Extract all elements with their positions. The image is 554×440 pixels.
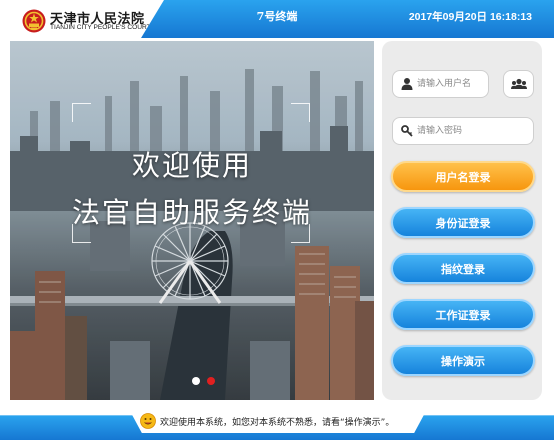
footer-tip-text: 欢迎使用本系统，如您对本系统不熟悉，请看“操作演示”。 [160,418,395,428]
user-icon [401,78,413,90]
username-login-button[interactable]: 用户名登录 [391,161,535,192]
carousel-dot-1[interactable] [192,377,200,385]
key-icon [401,125,413,137]
password-field[interactable] [392,117,534,145]
datetime: 2017年09月20日 16:18:13 [408,11,532,23]
fingerprint-login-button[interactable]: 指纹登录 [391,253,535,284]
welcome-banner: 欢迎使用 法官自助服务终端 [10,41,374,400]
password-input[interactable] [417,122,527,140]
footer-tip: 欢迎使用本系统，如您对本系统不熟悉，请看“操作演示”。 [130,411,426,433]
demo-button[interactable]: 操作演示 [391,345,535,376]
smiley-icon [140,413,156,429]
login-panel: 用户名登录 身份证登录 指纹登录 工作证登录 操作演示 [382,41,542,400]
court-name-en: TIANJIN CITY PEOPLE'S COURT [50,24,151,31]
user-group-button[interactable] [503,70,534,98]
welcome-subtitle: 法官自助服务终端 [71,196,312,229]
id-card-login-button[interactable]: 身份证登录 [391,207,535,238]
username-input[interactable] [417,75,487,93]
work-card-login-button[interactable]: 工作证登录 [391,299,535,330]
username-field[interactable] [392,70,489,98]
carousel-dot-2[interactable] [207,377,215,385]
user-group-icon [511,78,527,89]
welcome-title: 欢迎使用 [131,149,252,182]
top-bar: 天津市人民法院 TIANJIN CITY PEOPLE'S COURT 7号终端… [0,0,554,38]
